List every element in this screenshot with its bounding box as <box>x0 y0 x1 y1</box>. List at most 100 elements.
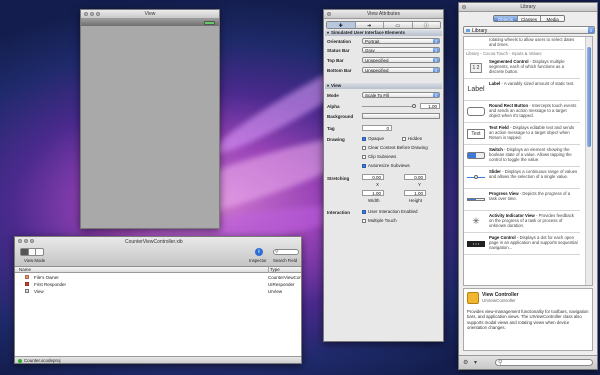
progress-view-icon <box>466 192 486 207</box>
library-dropdown[interactable]: Library ⇕ <box>463 26 595 34</box>
list-item[interactable]: Progress View - Depicts the progress of … <box>464 189 580 211</box>
tag-field[interactable]: 0 <box>362 125 392 131</box>
slider-knob[interactable] <box>412 104 416 108</box>
list-item[interactable]: Slider - Displays a continuous range of … <box>464 167 580 189</box>
attributes-tab-icon[interactable]: ✚ <box>327 22 356 29</box>
list-view-icon[interactable] <box>29 249 37 255</box>
cube-icon <box>25 275 29 279</box>
user-interaction-label: User Interaction Enabled <box>368 209 418 214</box>
multiple-touch-checkbox[interactable] <box>362 219 366 223</box>
connections-tab-icon[interactable]: ➜ <box>356 22 384 29</box>
list-item[interactable]: 1 2 Segmented Control - Displays multipl… <box>464 57 580 79</box>
scrollbar-thumb[interactable] <box>587 47 591 147</box>
user-interaction-checkbox[interactable] <box>362 210 366 214</box>
row-name: First Responder <box>34 282 67 287</box>
table-row[interactable]: View UIView <box>15 288 301 295</box>
identity-tab-icon[interactable]: ⓘ <box>413 22 441 29</box>
column-header-name[interactable]: Name <box>19 267 31 273</box>
close-icon[interactable] <box>84 12 88 16</box>
status-bar-select[interactable]: Gray ⇕ <box>362 47 440 53</box>
view-controller-icon <box>467 292 479 304</box>
project-status-icon <box>18 358 22 363</box>
icon-glyph: Label <box>467 86 485 93</box>
library-list[interactable]: rotating wheels to allow users to select… <box>463 36 593 286</box>
close-icon[interactable] <box>18 239 22 243</box>
clip-subviews-label: Clip Subviews <box>368 154 397 159</box>
list-item[interactable]: Switch - Displays an element showing the… <box>464 145 580 167</box>
search-field-label: Search Field <box>273 258 298 263</box>
view-options-icon[interactable]: ▾ <box>474 359 477 366</box>
alpha-slider[interactable] <box>362 104 416 108</box>
column-header-type[interactable]: Type <box>268 267 280 273</box>
chevron-down-icon: ⇕ <box>433 58 439 63</box>
text-field-icon: Text <box>466 126 486 141</box>
list-item[interactable]: Text Text Field - Displays editable text… <box>464 123 580 145</box>
stretch-y-field[interactable]: 0.00 <box>404 174 426 180</box>
stretch-height-field[interactable]: 1.00 <box>404 190 426 196</box>
table-row[interactable]: File's Owner CounterViewContr... <box>15 274 301 281</box>
list-item[interactable]: Round Rect Button - Intercepts touch eve… <box>464 101 580 123</box>
chevron-down-icon: ⇕ <box>433 39 439 44</box>
view-section[interactable]: View <box>325 83 442 89</box>
library-scrollbar[interactable] <box>585 37 592 285</box>
attributes-titlebar[interactable]: View Attributes <box>324 10 443 19</box>
item-name: Label <box>489 81 501 86</box>
clear-context-label: Clear Context Before Drawing <box>368 145 428 150</box>
library-detail-pane: View Controller UIViewController Provide… <box>463 288 593 351</box>
clip-subviews-checkbox[interactable] <box>362 155 366 159</box>
view-window-titlebar[interactable]: View <box>81 10 219 19</box>
mode-select[interactable]: Scale To Fill ⇕ <box>362 92 440 98</box>
stretch-width-field[interactable]: 1.00 <box>362 190 384 196</box>
stretch-x-field[interactable]: 0.00 <box>362 174 384 180</box>
row-name: View <box>34 289 44 294</box>
icon-view-icon[interactable] <box>21 249 29 255</box>
size-tab-icon[interactable]: ▭ <box>384 22 413 29</box>
detail-description: Provides view-management functionality f… <box>467 309 589 330</box>
info-icon[interactable]: i <box>255 248 263 256</box>
library-titlebar[interactable]: Library <box>459 3 597 12</box>
alpha-field[interactable]: 1.00 <box>420 103 440 109</box>
hidden-checkbox[interactable] <box>402 137 406 141</box>
background-color-well[interactable] <box>362 113 440 119</box>
view-mode-control[interactable] <box>20 248 44 256</box>
simulated-elements-section[interactable]: Simulated User Interface Elements <box>325 30 442 36</box>
tab-media[interactable]: Media <box>540 16 564 21</box>
clear-context-checkbox[interactable] <box>362 146 366 150</box>
list-item[interactable]: Label Label - A variably sized amount of… <box>464 79 580 101</box>
round-rect-button-icon <box>466 104 486 119</box>
multiple-touch-label: Multiple Touch <box>368 218 397 223</box>
status-strip: Counter.xcodeproj <box>15 356 301 363</box>
close-icon[interactable] <box>327 12 331 16</box>
orientation-select[interactable]: Portrait ⇕ <box>362 38 440 44</box>
minimize-icon[interactable] <box>24 239 28 243</box>
row-type: UIResponder <box>268 282 295 287</box>
orientation-label: Orientation <box>327 39 352 44</box>
column-view-icon[interactable] <box>36 249 43 255</box>
zoom-icon[interactable] <box>96 12 100 16</box>
tab-classes[interactable]: Classes <box>516 16 541 21</box>
tab-objects[interactable]: Objects <box>494 16 517 21</box>
top-bar-value: Unspecified <box>365 58 389 63</box>
bottom-bar-label: Bottom Bar <box>327 68 352 73</box>
list-item[interactable]: • • • Page Control - Displays a dot for … <box>464 233 580 255</box>
library-window: Library Objects Classes Media Library ⇕ … <box>458 2 598 370</box>
view-window: View <box>80 9 220 229</box>
search-input[interactable]: ⚲ <box>273 249 299 255</box>
close-icon[interactable] <box>462 5 466 9</box>
view-canvas[interactable] <box>81 26 219 228</box>
autoresize-checkbox[interactable] <box>362 164 366 168</box>
folder-icon <box>466 29 470 32</box>
library-search-input[interactable]: ⚲ <box>495 359 593 366</box>
icon-glyph: 1 2 <box>469 62 483 73</box>
table-row[interactable]: First Responder UIResponder <box>15 281 301 288</box>
segmented-control-icon: 1 2 <box>466 60 486 75</box>
list-item[interactable]: rotating wheels to allow users to select… <box>464 37 584 50</box>
minimize-icon[interactable] <box>90 12 94 16</box>
top-bar-select[interactable]: Unspecified ⇕ <box>362 57 440 63</box>
bottom-bar-select[interactable]: Unspecified ⇕ <box>362 67 440 73</box>
zoom-icon[interactable] <box>30 239 34 243</box>
gear-icon[interactable]: ⚙ <box>463 359 468 366</box>
opaque-checkbox[interactable] <box>362 137 366 141</box>
cube-icon <box>25 282 29 286</box>
list-item[interactable]: ✳ Activity Indicator View - Provides fee… <box>464 211 580 233</box>
